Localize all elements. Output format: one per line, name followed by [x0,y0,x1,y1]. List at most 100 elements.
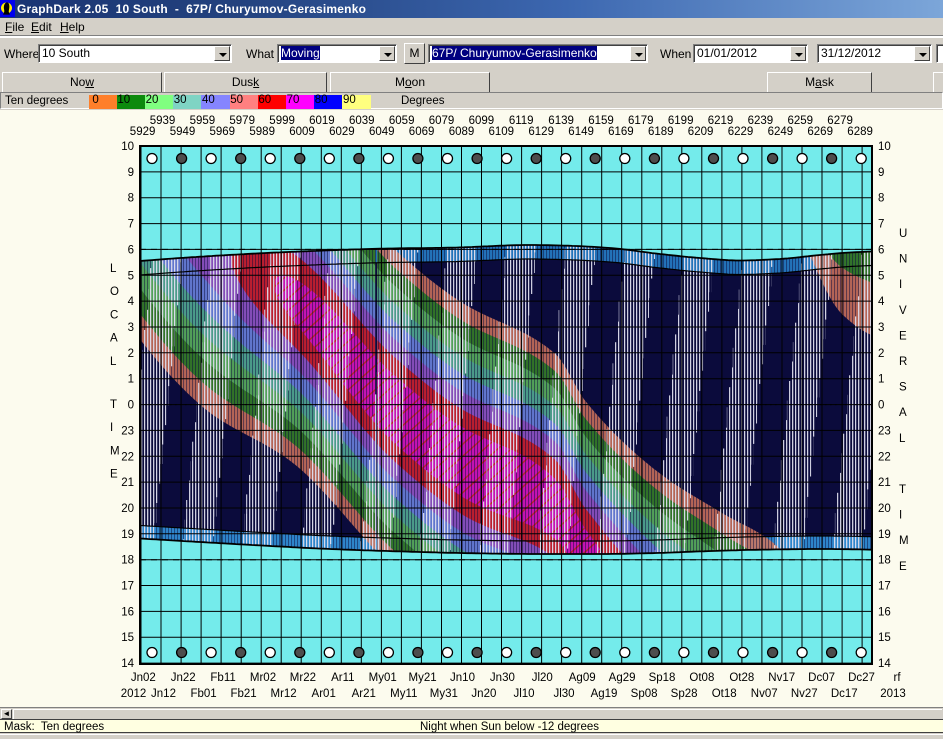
svg-text:14: 14 [878,658,891,670]
svg-text:Ar01: Ar01 [312,688,336,700]
svg-text:22: 22 [878,451,891,463]
svg-text:2: 2 [128,348,134,360]
svg-text:9: 9 [878,167,884,179]
svg-text:L: L [110,263,117,275]
svg-text:rf: rf [893,672,901,684]
svg-text:4: 4 [128,296,135,308]
svg-text:6169: 6169 [608,126,634,138]
svg-text:Ot08: Ot08 [689,672,714,684]
svg-text:Ot28: Ot28 [729,672,754,684]
svg-text:6039: 6039 [349,115,375,127]
svg-text:V: V [899,305,907,317]
svg-text:Ot18: Ot18 [712,688,737,700]
svg-text:Jl20: Jl20 [532,672,553,684]
svg-text:6: 6 [878,244,884,256]
svg-text:6119: 6119 [509,115,534,127]
svg-text:6209: 6209 [688,126,714,138]
svg-text:6139: 6139 [548,115,574,127]
svg-text:0: 0 [128,400,134,412]
svg-text:3: 3 [878,322,884,334]
svg-text:6099: 6099 [469,115,495,127]
svg-text:6069: 6069 [409,126,435,138]
svg-text:E: E [110,469,118,481]
svg-text:8: 8 [128,193,134,205]
svg-text:16: 16 [121,606,134,618]
svg-text:Mr12: Mr12 [270,688,296,700]
svg-text:E: E [899,561,907,573]
svg-text:Jn20: Jn20 [471,688,496,700]
svg-text:Ar21: Ar21 [352,688,376,700]
svg-text:5989: 5989 [249,126,275,138]
svg-text:1: 1 [878,374,884,386]
svg-text:Fb11: Fb11 [210,672,235,684]
svg-text:17: 17 [121,581,134,593]
svg-text:6029: 6029 [329,126,355,138]
svg-text:5939: 5939 [150,115,176,127]
svg-text:5: 5 [128,270,134,282]
svg-text:Dc07: Dc07 [808,672,835,684]
svg-text:6249: 6249 [768,126,794,138]
svg-text:3: 3 [128,322,134,334]
svg-text:5: 5 [878,270,884,282]
svg-text:16: 16 [878,606,891,618]
svg-text:I: I [110,422,113,434]
svg-text:10: 10 [121,141,134,153]
svg-text:6: 6 [128,244,134,256]
svg-text:2: 2 [878,348,884,360]
svg-text:6109: 6109 [489,126,515,138]
svg-text:5999: 5999 [269,115,295,127]
svg-text:Sp18: Sp18 [649,672,676,684]
svg-text:Ar11: Ar11 [331,672,354,684]
svg-text:6049: 6049 [369,126,395,138]
svg-text:19: 19 [121,529,134,541]
svg-text:Jn10: Jn10 [450,672,475,684]
svg-text:Nv17: Nv17 [768,672,795,684]
svg-text:I: I [899,510,902,522]
svg-text:Mr02: Mr02 [250,672,276,684]
svg-text:2013: 2013 [880,688,906,700]
svg-text:6009: 6009 [289,126,315,138]
svg-text:A: A [899,407,907,419]
svg-text:5929: 5929 [130,126,156,138]
svg-text:20: 20 [121,503,134,515]
svg-text:6149: 6149 [568,126,594,138]
svg-text:8: 8 [878,193,884,205]
svg-text:M: M [110,445,120,457]
svg-text:O: O [110,286,119,298]
svg-text:10: 10 [878,141,891,153]
svg-text:6279: 6279 [827,115,853,127]
svg-text:A: A [110,333,118,345]
svg-text:5969: 5969 [210,126,236,138]
svg-text:6289: 6289 [847,126,873,138]
svg-text:5979: 5979 [229,115,255,127]
svg-text:E: E [899,330,907,342]
svg-text:17: 17 [878,581,891,593]
svg-text:22: 22 [121,451,134,463]
svg-text:Nv27: Nv27 [791,688,818,700]
svg-text:L: L [110,356,117,368]
svg-text:Jn22: Jn22 [171,672,196,684]
svg-text:9: 9 [128,167,134,179]
svg-text:4: 4 [878,296,885,308]
svg-text:7: 7 [878,219,884,231]
svg-text:6079: 6079 [429,115,455,127]
svg-text:Ag09: Ag09 [569,672,596,684]
svg-text:6089: 6089 [449,126,475,138]
svg-text:6239: 6239 [748,115,774,127]
svg-text:6059: 6059 [389,115,415,127]
svg-text:C: C [110,309,118,321]
svg-text:Jn02: Jn02 [131,672,156,684]
svg-text:6219: 6219 [708,115,734,127]
svg-text:20: 20 [878,503,891,515]
svg-text:I: I [899,279,902,291]
svg-text:Nv07: Nv07 [751,688,778,700]
svg-text:Sp28: Sp28 [671,688,698,700]
svg-text:T: T [899,484,906,496]
svg-text:My21: My21 [409,672,437,684]
svg-text:5949: 5949 [170,126,196,138]
svg-text:18: 18 [121,555,134,567]
svg-text:My01: My01 [369,672,397,684]
svg-text:Jl30: Jl30 [553,688,574,700]
svg-text:2012: 2012 [121,688,147,700]
svg-text:U: U [899,228,907,240]
